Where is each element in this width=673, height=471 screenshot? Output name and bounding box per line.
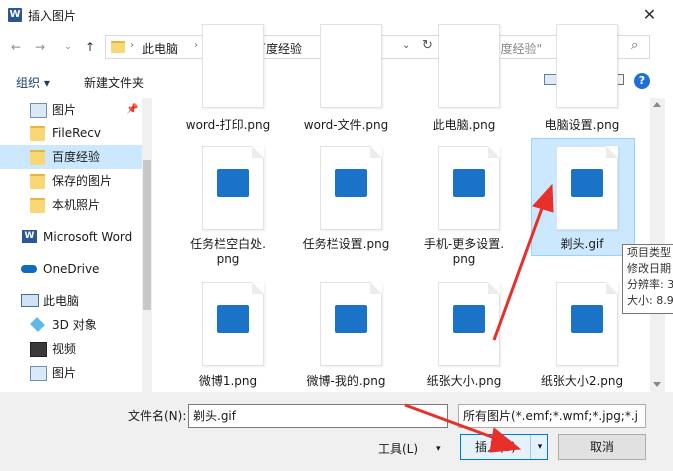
file-item-selected[interactable]: 剃头.gif xyxy=(532,144,632,254)
file-item[interactable]: 手机-更多设置. png xyxy=(414,144,514,274)
scroll-down-icon[interactable] xyxy=(653,382,661,387)
sidebar-item-word[interactable]: W Microsoft Word xyxy=(0,225,142,249)
sidebar-scrollbar-thumb[interactable] xyxy=(143,160,151,310)
recent-locations-icon[interactable]: ⌄ xyxy=(58,37,78,57)
folder-icon xyxy=(30,126,45,141)
file-item[interactable]: 纸张大小.png xyxy=(414,282,514,392)
folder-icon xyxy=(30,150,45,165)
filename-label: 文件名(N): xyxy=(128,409,187,423)
sidebar-item-onedrive[interactable]: OneDrive xyxy=(0,257,142,281)
file-item[interactable]: word-打印.png xyxy=(178,24,278,138)
refresh-icon[interactable]: ↻ xyxy=(422,38,433,53)
window-title: 插入图片 xyxy=(28,9,77,23)
file-item[interactable]: 微博1.png xyxy=(178,282,278,392)
filename-input[interactable]: 剃头.gif xyxy=(188,404,448,428)
sidebar-item-videos[interactable]: 视频 xyxy=(0,337,142,361)
cancel-button[interactable]: 取消 xyxy=(558,434,646,460)
insert-button[interactable]: 插入(S) ▾ xyxy=(460,434,548,460)
word-icon: W xyxy=(22,230,37,243)
pin-icon[interactable]: 📌 xyxy=(126,98,138,122)
new-folder-button[interactable]: 新建文件夹 xyxy=(84,74,144,91)
folder-icon xyxy=(30,198,45,213)
tools-menu[interactable]: 工具(L) ▾ xyxy=(378,438,448,460)
pictures-icon xyxy=(30,366,47,381)
insert-label: 插入(S) xyxy=(461,435,531,459)
image-thumbnail-icon xyxy=(320,146,382,230)
file-tooltip: 项目类型 修改日期 分辨率: 3 大小: 8.9 xyxy=(622,244,673,314)
back-icon[interactable]: ← xyxy=(6,37,26,57)
sidebar-item-pictures[interactable]: 图片 📌 xyxy=(0,98,142,122)
help-icon[interactable]: ? xyxy=(634,73,650,89)
image-thumbnail-icon xyxy=(556,146,618,230)
file-item[interactable]: 任务栏设置.png xyxy=(296,144,396,274)
sidebar-item-this-pc[interactable]: 此电脑 xyxy=(0,289,142,313)
file-item[interactable]: 纸张大小2.png xyxy=(532,282,632,392)
image-thumbnail-icon xyxy=(438,282,500,366)
insert-dropdown-icon[interactable]: ▾ xyxy=(533,435,547,459)
up-icon[interactable]: ↑ xyxy=(80,37,100,57)
address-bar[interactable]: › 此电脑 › 文档 › 百度经验 ⌄ ↻ xyxy=(105,35,440,59)
image-thumbnail-icon xyxy=(438,146,500,230)
file-item[interactable]: 微博-我的.png xyxy=(296,282,396,392)
sidebar-item-saved-pictures[interactable]: 保存的图片 xyxy=(0,169,142,193)
file-item[interactable]: 电脑设置.png xyxy=(532,24,632,138)
breadcrumb-this-pc[interactable]: 此电脑 xyxy=(142,40,178,57)
computer-icon xyxy=(21,294,39,307)
sidebar-item-filerecv[interactable]: FileRecv xyxy=(0,121,142,145)
image-thumbnail-icon xyxy=(438,24,500,108)
file-item[interactable]: word-文件.png xyxy=(296,24,396,138)
video-icon xyxy=(30,342,47,357)
close-button[interactable]: ✕ xyxy=(626,0,673,31)
image-thumbnail-icon xyxy=(202,24,264,108)
forward-icon[interactable]: → xyxy=(30,37,50,57)
cube-icon xyxy=(30,317,45,332)
folder-icon xyxy=(30,174,45,189)
chevron-down-icon[interactable]: ⌄ xyxy=(402,40,410,51)
scroll-up-icon[interactable] xyxy=(653,102,661,107)
image-thumbnail-icon xyxy=(320,282,382,366)
chevron-right-icon: › xyxy=(130,40,134,51)
filetype-value: 所有图片(*.emf;*.wmf;*.jpg;*.j xyxy=(463,409,638,423)
word-icon: W xyxy=(8,8,22,22)
image-thumbnail-icon xyxy=(556,282,618,366)
chevron-down-icon: ▾ xyxy=(436,444,441,454)
cloud-icon xyxy=(21,265,37,273)
file-item[interactable]: 任务栏空白处. png xyxy=(178,144,278,274)
organize-menu[interactable]: 组织 ▾ xyxy=(16,74,50,91)
folder-icon xyxy=(111,41,125,53)
file-item[interactable]: 此电脑.png xyxy=(414,24,514,138)
pictures-icon xyxy=(30,103,47,118)
image-thumbnail-icon xyxy=(202,146,264,230)
chevron-right-icon: › xyxy=(194,40,198,51)
sidebar-item-pictures-2[interactable]: 图片 xyxy=(0,361,142,385)
image-thumbnail-icon xyxy=(202,282,264,366)
sidebar-item-baidu[interactable]: 百度经验 xyxy=(0,145,142,169)
filetype-select[interactable]: 所有图片(*.emf;*.wmf;*.jpg;*.j xyxy=(458,404,646,428)
image-thumbnail-icon xyxy=(556,24,618,108)
navigation-pane[interactable]: 图片 📌 FileRecv 百度经验 保存的图片 本机照片 W Microsof… xyxy=(0,98,152,392)
sidebar-item-3d-objects[interactable]: 3D 对象 xyxy=(0,313,142,337)
sidebar-item-camera-roll[interactable]: 本机照片 xyxy=(0,193,142,217)
image-thumbnail-icon xyxy=(320,24,382,108)
search-icon[interactable]: ⌕ xyxy=(631,38,638,53)
